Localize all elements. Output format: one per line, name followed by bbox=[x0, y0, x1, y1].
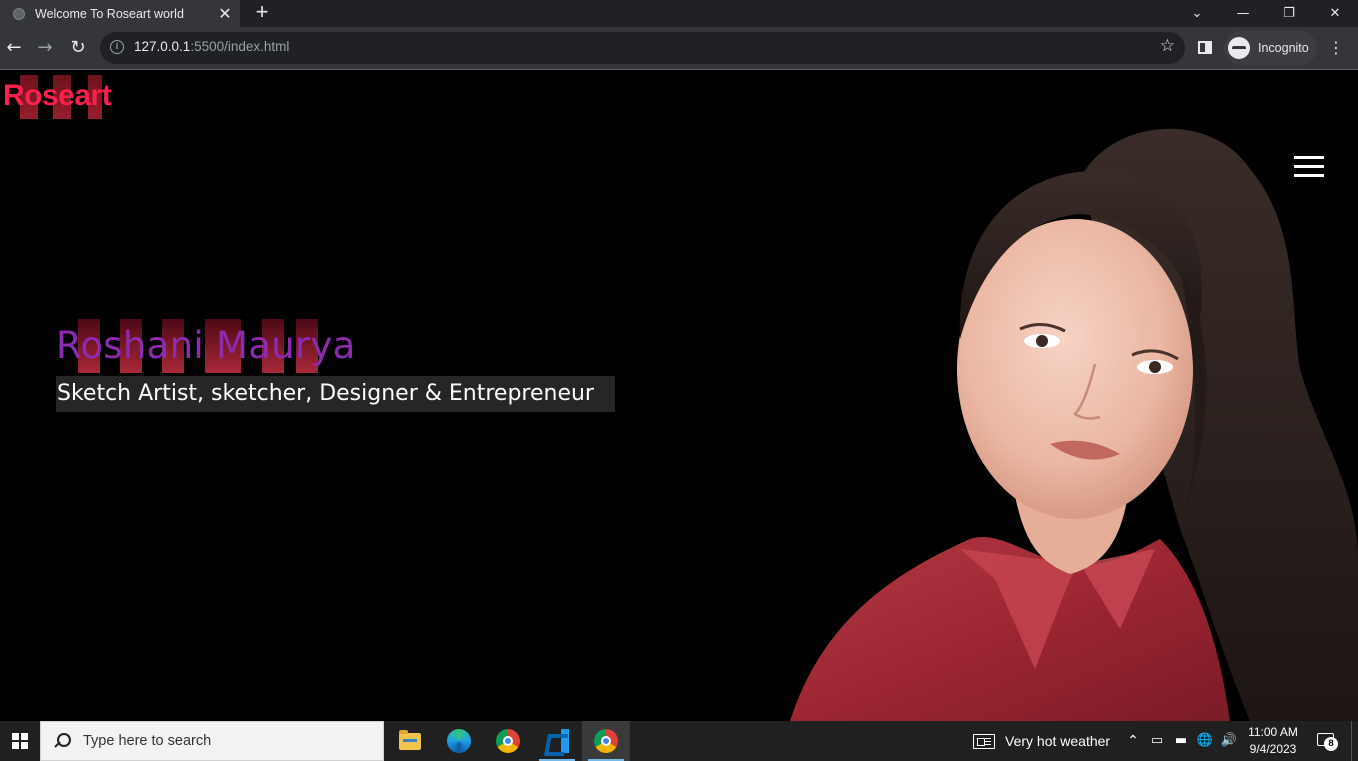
site-info-icon[interactable]: i bbox=[110, 40, 124, 54]
chrome-incognito-icon bbox=[594, 729, 618, 753]
taskbar-search[interactable] bbox=[40, 721, 384, 761]
browser-tab-active[interactable]: Welcome To Roseart world ✕ bbox=[0, 0, 240, 27]
forward-button[interactable]: → bbox=[32, 36, 58, 60]
hero-name: Roshani Maurya bbox=[56, 324, 356, 367]
system-clock[interactable]: 11:00 AM 9/4/2023 bbox=[1240, 724, 1306, 758]
folder-icon bbox=[399, 729, 421, 750]
taskbar-search-input[interactable] bbox=[83, 733, 363, 749]
weather-label[interactable]: Very hot weather bbox=[1005, 733, 1110, 749]
url-text[interactable]: 127.0.0.1:5500/index.html bbox=[134, 39, 289, 54]
chrome-taskbar-button[interactable] bbox=[484, 721, 532, 761]
bookmark-star-icon[interactable]: ☆ bbox=[1160, 36, 1175, 56]
volume-icon[interactable]: 🔊 bbox=[1220, 731, 1238, 751]
incognito-label: Incognito bbox=[1258, 41, 1309, 55]
tab-title: Welcome To Roseart world bbox=[35, 6, 184, 21]
tab-search-button[interactable]: ⌄ bbox=[1174, 0, 1220, 27]
chrome-icon bbox=[496, 729, 520, 753]
page-viewport: Roseart Roshani Maurya Sketch Artist, sk… bbox=[0, 69, 1358, 721]
browser-menu-icon[interactable]: ⋮ bbox=[1328, 36, 1344, 60]
notification-count-badge: 8 bbox=[1324, 737, 1338, 751]
windows-logo-icon bbox=[12, 733, 28, 749]
browser-toolbar: ← → ↻ i 127.0.0.1:5500/index.html ☆ Inco… bbox=[0, 27, 1358, 69]
restore-button[interactable]: ❐ bbox=[1266, 0, 1312, 27]
close-window-button[interactable]: ✕ bbox=[1312, 0, 1358, 27]
address-bar[interactable]: i 127.0.0.1:5500/index.html ☆ bbox=[100, 32, 1185, 64]
windows-taskbar: Very hot weather ⌃ ▭ ▬ 🌐 🔊 11:00 AM 9/4/… bbox=[0, 721, 1358, 761]
hero-tagline: Sketch Artist, sketcher, Designer & Entr… bbox=[56, 376, 615, 412]
edge-icon bbox=[447, 729, 471, 753]
url-host: 127.0.0.1 bbox=[134, 39, 191, 54]
network-icon[interactable]: 🌐 bbox=[1196, 731, 1214, 751]
minimize-button[interactable]: — bbox=[1220, 0, 1266, 27]
browser-tab-strip: Welcome To Roseart world ✕ + ⌄ — ❐ ✕ bbox=[0, 0, 1358, 27]
search-icon bbox=[55, 733, 71, 749]
side-panel-icon[interactable] bbox=[1198, 41, 1212, 54]
vscode-icon bbox=[545, 729, 569, 753]
new-tab-button[interactable]: + bbox=[250, 1, 274, 25]
chrome-incognito-taskbar-button[interactable] bbox=[582, 721, 630, 761]
clock-date: 9/4/2023 bbox=[1249, 742, 1297, 756]
incognito-profile-button[interactable]: Incognito bbox=[1224, 31, 1317, 65]
tab-close-button[interactable]: ✕ bbox=[210, 4, 240, 24]
url-path: :5500/index.html bbox=[190, 39, 290, 54]
clock-time: 11:00 AM bbox=[1248, 725, 1298, 739]
back-button[interactable]: ← bbox=[1, 36, 27, 60]
edge-taskbar-button[interactable] bbox=[435, 721, 483, 761]
reload-button[interactable]: ↻ bbox=[65, 36, 91, 60]
meet-now-icon[interactable]: ▭ bbox=[1148, 731, 1166, 751]
notification-center-button[interactable]: 8 bbox=[1316, 731, 1338, 751]
globe-icon bbox=[13, 7, 25, 20]
file-explorer-taskbar-button[interactable] bbox=[386, 721, 434, 761]
portrait-photo bbox=[790, 128, 1358, 721]
tray-overflow-chevron-icon[interactable]: ⌃ bbox=[1124, 731, 1142, 751]
site-logo[interactable]: Roseart bbox=[3, 79, 112, 119]
weather-news-icon[interactable] bbox=[973, 734, 995, 749]
show-desktop-button[interactable] bbox=[1351, 721, 1352, 761]
hamburger-menu-icon[interactable] bbox=[1294, 156, 1324, 178]
battery-icon[interactable]: ▬ bbox=[1172, 731, 1190, 751]
vscode-taskbar-button[interactable] bbox=[533, 721, 581, 761]
start-button[interactable] bbox=[0, 721, 40, 761]
incognito-icon bbox=[1228, 37, 1250, 59]
